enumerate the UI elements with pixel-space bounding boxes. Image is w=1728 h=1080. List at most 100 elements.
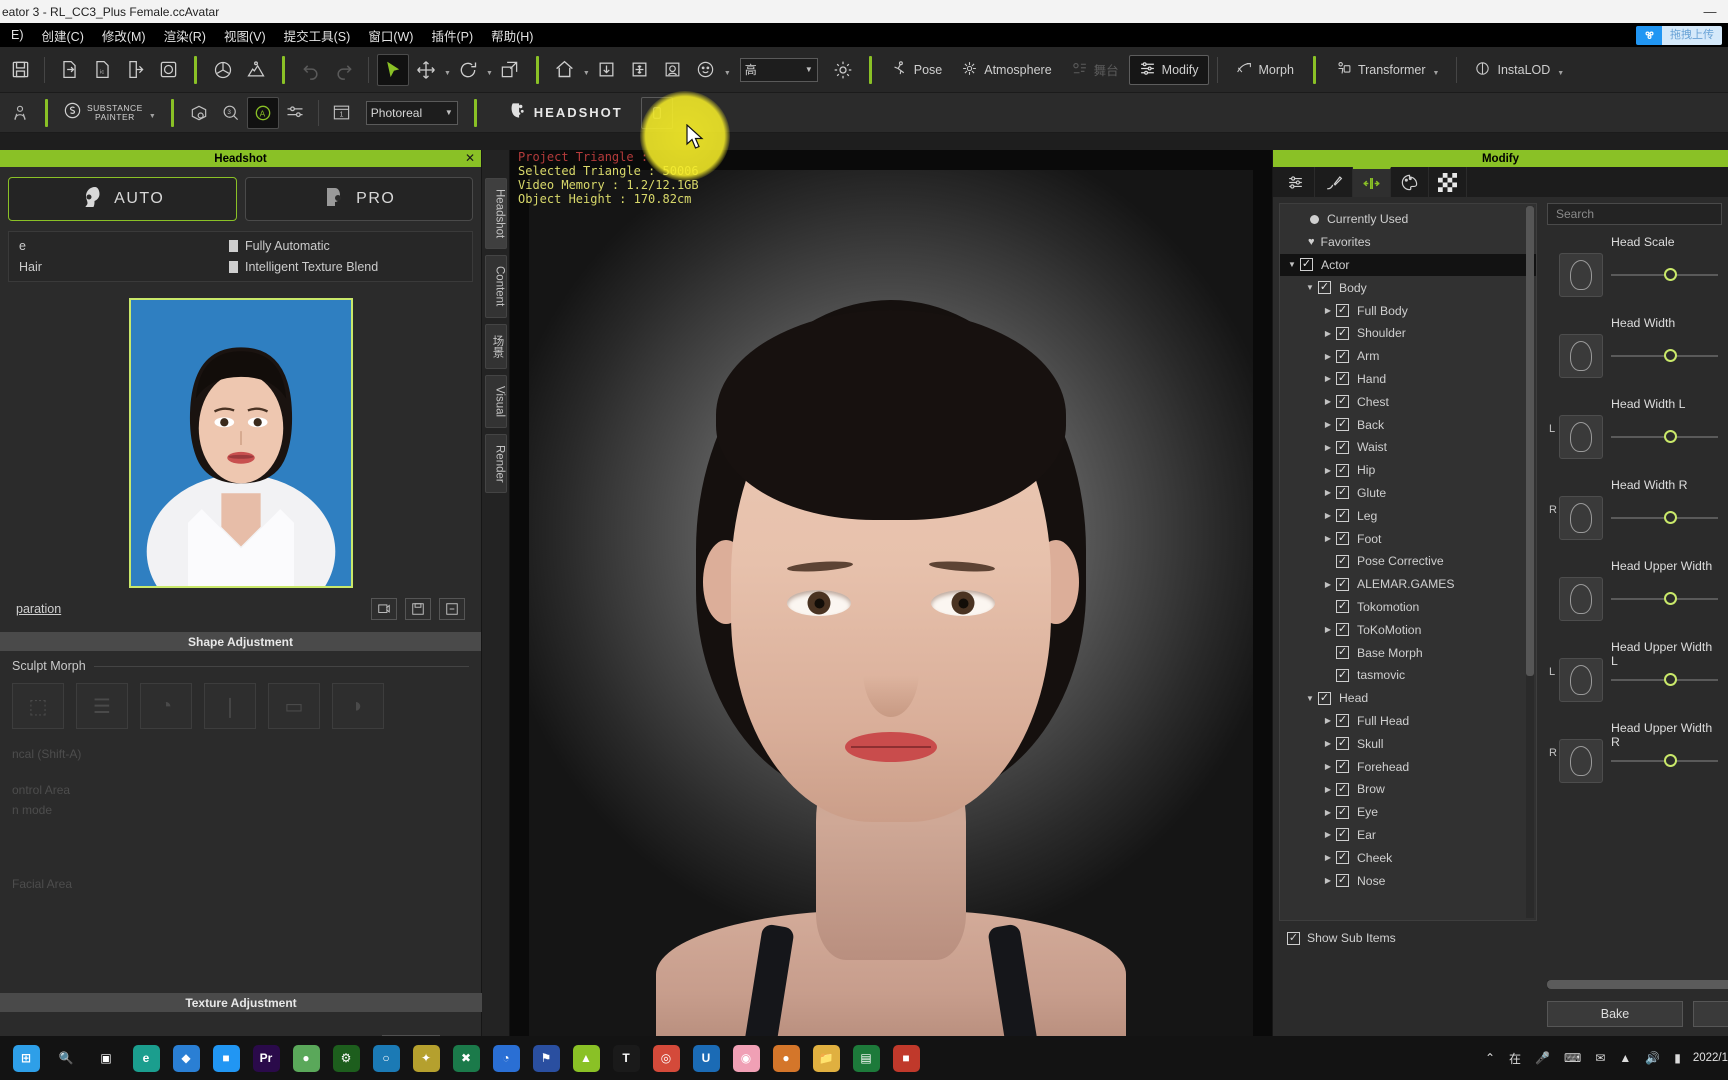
rotate-tool-caret[interactable]: ▼ (486, 70, 493, 77)
chevron-right-icon[interactable]: ▶ (1320, 374, 1336, 383)
checkbox-icon[interactable]: ✓ (1336, 646, 1349, 660)
battery-icon[interactable]: ▮ (1674, 1051, 1681, 1065)
tree-row[interactable]: ▶ ✓ Leg (1280, 504, 1536, 527)
morph-slider-thumbnail[interactable] (1559, 253, 1603, 297)
vtab-render[interactable]: Render (484, 433, 507, 494)
chevron-down-icon[interactable]: ▼ (1284, 260, 1300, 269)
shape-adjustment-section[interactable]: Shape Adjustment (0, 632, 481, 651)
menu-item-2[interactable]: 修改(M) (93, 24, 155, 47)
app-teal-icon[interactable]: ■ (206, 1038, 246, 1078)
x-app-icon[interactable]: ✖ (446, 1038, 486, 1078)
checkbox-icon[interactable]: ✓ (1336, 623, 1349, 637)
chevron-right-icon[interactable]: ▶ (1320, 534, 1336, 543)
close-icon[interactable]: ✕ (465, 151, 475, 165)
substance-caret[interactable]: ▼ (149, 113, 156, 120)
option-left-2[interactable]: Hair (19, 260, 209, 274)
3d-viewport[interactable]: Project Triangle : Selected Triangle : 50… (510, 150, 1272, 1036)
checkbox-icon[interactable]: ✓ (1336, 349, 1349, 363)
search-icon[interactable]: 🔍 (46, 1038, 86, 1078)
morph-slider-thumbnail[interactable] (1559, 577, 1603, 621)
chevron-right-icon[interactable]: ▶ (1320, 853, 1336, 862)
tree-row[interactable]: ▶ ✓ Nose (1280, 869, 1536, 892)
menu-item-0[interactable]: E) (2, 26, 33, 44)
chevron-right-icon[interactable]: ▶ (1320, 511, 1336, 520)
vtab-content[interactable]: Content (484, 255, 507, 318)
tree-row[interactable]: ▶ ✓ Waist (1280, 436, 1536, 459)
yellow-app-icon[interactable]: ✦ (406, 1038, 446, 1078)
frame-all-icon[interactable] (624, 54, 656, 86)
checkbox-icon[interactable]: ✓ (1336, 532, 1349, 546)
home-view-caret[interactable]: ▼ (583, 70, 590, 77)
orange-app-icon[interactable]: ● (766, 1038, 806, 1078)
checkbox-icon[interactable]: ✓ (1318, 691, 1331, 705)
tree-row[interactable]: ▶ ✓ Brow (1280, 778, 1536, 801)
morph-slider-knob[interactable] (1663, 349, 1677, 362)
sticky-icon[interactable]: ⚑ (526, 1038, 566, 1078)
viewport-render[interactable] (529, 170, 1253, 1036)
tree-row[interactable]: Currently Used (1280, 208, 1536, 231)
sculpt-btn-3[interactable]: ◔ (140, 683, 192, 729)
keyboard-icon[interactable]: ⌨ (1564, 1051, 1581, 1065)
t-app-icon[interactable]: T (606, 1038, 646, 1078)
chevron-right-icon[interactable]: ▶ (1320, 443, 1336, 452)
start-button[interactable]: ⊞ (6, 1038, 46, 1078)
save-icon[interactable] (4, 54, 36, 86)
network-icon[interactable]: ▲ (1619, 1051, 1631, 1065)
frame-number-icon[interactable]: 1 (326, 97, 358, 129)
bake-button[interactable]: Bake (1547, 1001, 1683, 1027)
checkbox-icon[interactable]: ✓ (1300, 258, 1313, 272)
chevron-right-icon[interactable]: ▶ (1320, 625, 1336, 634)
tree-row[interactable]: ▶ ✓ Eye (1280, 801, 1536, 824)
microphone-icon[interactable]: 🎤 (1535, 1051, 1550, 1065)
morph-slider-thumbnail[interactable] (1559, 415, 1603, 459)
morph-slider-knob[interactable] (1663, 268, 1677, 281)
green-doc-icon[interactable]: ▤ (846, 1038, 886, 1078)
checkbox-icon[interactable]: ✓ (1336, 668, 1349, 682)
morph-slider-thumbnail[interactable] (1559, 739, 1603, 783)
instalod-mode[interactable]: InstaLOD ▼ (1465, 55, 1573, 85)
sculpt-btn-6[interactable]: ◗ (332, 683, 384, 729)
chevron-right-icon[interactable]: ▶ (1320, 830, 1336, 839)
morph-slider-thumbnail[interactable] (1559, 496, 1603, 540)
atmosphere-mode[interactable]: Atmosphere (952, 55, 1060, 85)
face-view-icon[interactable] (657, 54, 689, 86)
sculpt-btn-2[interactable]: ☰ (76, 683, 128, 729)
headshot-launch-button[interactable] (640, 96, 673, 129)
green-app-icon[interactable]: ⚙ (326, 1038, 366, 1078)
checkbox-icon[interactable]: ✓ (1336, 714, 1349, 728)
fit-view-icon[interactable] (591, 54, 623, 86)
minimize-button[interactable]: — (1692, 0, 1728, 23)
transformer-caret[interactable]: ▼ (1433, 70, 1440, 77)
tree-scroll-thumb[interactable] (1526, 206, 1534, 676)
vtab-headshot[interactable]: Headshot (484, 178, 507, 250)
checkbox-icon[interactable]: ✓ (1336, 372, 1349, 386)
tree-row[interactable]: ▶ ✓ Forehead (1280, 755, 1536, 778)
u-app-icon[interactable]: U (686, 1038, 726, 1078)
menu-item-4[interactable]: 视图(V) (215, 24, 275, 47)
instalod-caret[interactable]: ▼ (1557, 70, 1564, 77)
settings-sliders-icon[interactable] (279, 97, 311, 129)
texture-adjustment-section[interactable]: Texture Adjustment (0, 993, 482, 1012)
select-tool-icon[interactable] (377, 53, 409, 86)
open-project-icon[interactable]: ic (86, 54, 118, 86)
tree-row[interactable]: ▶ ✓ Cheek (1280, 846, 1536, 869)
tree-row[interactable]: ▶ ✓ ALEMAR.GAMES (1280, 573, 1536, 596)
task-view-icon[interactable]: ▣ (86, 1038, 126, 1078)
tree-row[interactable]: ✓ Pose Corrective (1280, 550, 1536, 573)
checkbox-icon[interactable]: ✓ (1336, 418, 1349, 432)
home-view-icon[interactable] (549, 54, 581, 86)
menu-item-7[interactable]: 插件(P) (422, 24, 482, 47)
export-icon[interactable] (119, 54, 151, 86)
edge-icon[interactable]: e (126, 1038, 166, 1078)
tree-row[interactable]: ▶ ✓ Shoulder (1280, 322, 1536, 345)
tree-row[interactable]: ▶ ✓ Full Head (1280, 710, 1536, 733)
checkbox-icon[interactable]: ✓ (1336, 600, 1349, 614)
fully-automatic-checkbox[interactable]: Fully Automatic (229, 239, 378, 253)
cloud-app-icon[interactable]: ○ (366, 1038, 406, 1078)
menu-item-6[interactable]: 窗口(W) (359, 24, 422, 47)
chevron-right-icon[interactable]: ▶ (1320, 306, 1336, 315)
morph-slider-knob[interactable] (1663, 430, 1677, 443)
load-image-icon[interactable] (371, 598, 397, 620)
chevron-right-icon[interactable]: ▶ (1320, 420, 1336, 429)
vtab-visual[interactable]: Visual (484, 374, 507, 428)
